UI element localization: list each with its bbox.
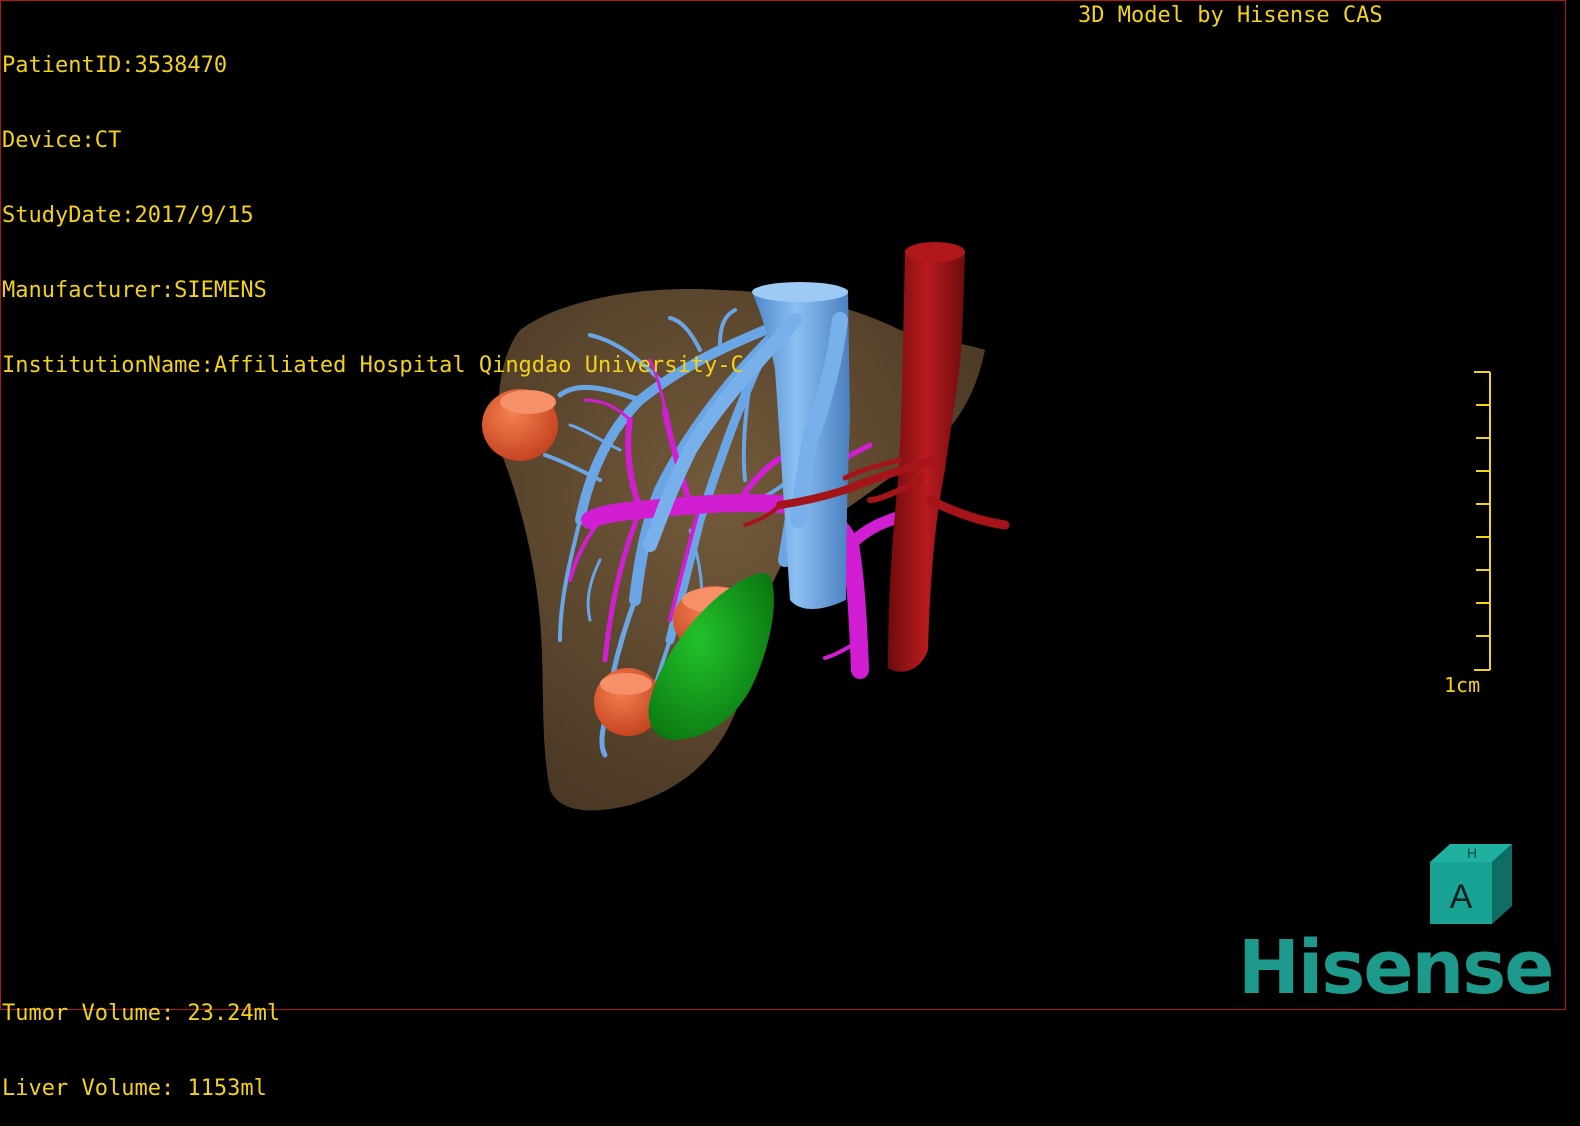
tumor-volume: Tumor Volume: 23.24ml	[2, 1001, 281, 1026]
patient-id: PatientID:3538470	[2, 53, 228, 78]
scale-label: 1cm	[1444, 673, 1481, 697]
liver-volume: Liver Volume: 1153ml	[2, 1076, 267, 1101]
manufacturer: Manufacturer:SIEMENS	[2, 278, 267, 303]
study-date: StudyDate:2017/9/15	[2, 203, 254, 228]
volume-readouts: Tumor Volume: 23.24ml Liver Volume: 1153…	[2, 951, 280, 1126]
model-credit: 3D Model by Hisense CAS	[1078, 3, 1383, 28]
patient-info: PatientID:3538470 Device:CT StudyDate:20…	[2, 3, 744, 403]
orientation-cube[interactable]: H A	[1420, 840, 1520, 932]
aorta-opening	[905, 242, 965, 262]
hisense-logo: Hisense	[1238, 925, 1554, 1011]
institution-name: InstitutionName:Affiliated Hospital Qing…	[2, 353, 744, 378]
device: Device:CT	[2, 128, 122, 153]
scale-bar	[1474, 371, 1491, 671]
ivc-opening	[752, 282, 848, 302]
cube-top-label: H	[1467, 845, 1477, 861]
cube-face-label: A	[1450, 878, 1473, 916]
